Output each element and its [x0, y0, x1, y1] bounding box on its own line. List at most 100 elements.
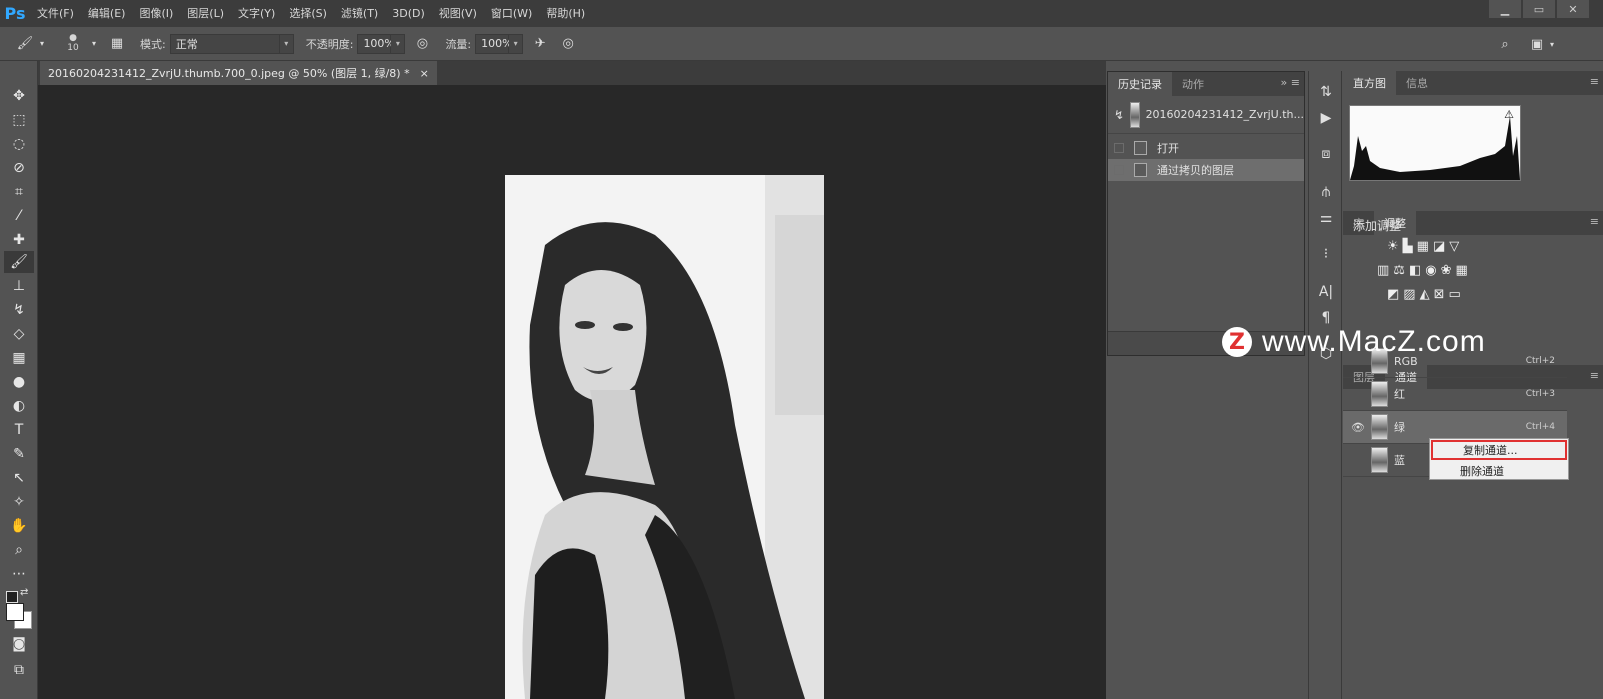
panel-menu-icon[interactable]: ≡: [1590, 215, 1599, 228]
document-tab[interactable]: 20160204231412_ZvrjU.thumb.700_0.jpeg @ …: [40, 61, 437, 85]
close-icon[interactable]: ✕: [1557, 0, 1589, 18]
hand-tool-icon[interactable]: ✋: [4, 515, 34, 537]
history-brush-tool-icon[interactable]: ↯: [4, 299, 34, 321]
channel-row-red[interactable]: 红 Ctrl+3: [1343, 378, 1567, 411]
shape-tool-icon[interactable]: ✧: [4, 491, 34, 513]
flow-input[interactable]: 100%: [475, 33, 513, 54]
history-source-checkbox[interactable]: [1114, 143, 1124, 153]
panel-menu-icon[interactable]: ≡: [1590, 369, 1599, 382]
history-panel-icon[interactable]: ⇅: [1313, 81, 1339, 103]
levels-icon[interactable]: ▙: [1403, 239, 1413, 254]
crop-tool-icon[interactable]: ⌗: [4, 181, 34, 203]
chevron-down-icon[interactable]: ▾: [36, 33, 48, 55]
chevron-down-icon[interactable]: ▾: [509, 33, 524, 54]
visibility-toggle[interactable]: [1349, 387, 1367, 401]
duplicate-channel-item[interactable]: 复制通道...: [1431, 440, 1567, 460]
menu-image[interactable]: 图像(I): [132, 0, 180, 27]
clone-source-icon[interactable]: ⁝: [1313, 243, 1339, 265]
channel-mixer-icon[interactable]: ❀: [1441, 263, 1452, 278]
zoom-tool-icon[interactable]: ⌕: [4, 539, 34, 561]
menu-help[interactable]: 帮助(H): [539, 0, 592, 27]
brushes-panel-icon[interactable]: ⫛: [1313, 181, 1339, 203]
photo-filter-icon[interactable]: ◉: [1425, 263, 1436, 278]
warning-icon[interactable]: ⚠: [1504, 108, 1514, 121]
threshold-icon[interactable]: ◭: [1420, 287, 1430, 302]
actions-panel-icon[interactable]: ▶: [1313, 107, 1339, 129]
history-item-open[interactable]: 打开: [1108, 137, 1304, 159]
menu-edit[interactable]: 编辑(E): [81, 0, 133, 27]
swap-colors-icon[interactable]: ⇄: [20, 587, 28, 598]
menu-file[interactable]: 文件(F): [30, 0, 81, 27]
menu-3d[interactable]: 3D(D): [385, 0, 432, 27]
screen-mode-icon[interactable]: ⧉: [4, 659, 34, 681]
quick-select-tool-icon[interactable]: ⊘: [4, 157, 34, 179]
curves-icon[interactable]: ▦: [1417, 239, 1429, 254]
history-source-checkbox[interactable]: [1114, 165, 1124, 175]
brush-tool-icon[interactable]: 🖌: [4, 251, 34, 273]
marquee-tool-icon[interactable]: ⬚: [4, 109, 34, 131]
foreground-color-swatch[interactable]: [6, 603, 24, 621]
visibility-toggle[interactable]: [1349, 453, 1367, 467]
menu-layer[interactable]: 图层(L): [180, 0, 231, 27]
color-balance-icon[interactable]: ⚖: [1393, 263, 1405, 278]
hue-saturation-icon[interactable]: ▥: [1377, 263, 1389, 278]
character-panel-icon[interactable]: A|: [1313, 281, 1339, 303]
vibrance-icon[interactable]: ▽: [1449, 239, 1459, 254]
history-item-layer-via-copy[interactable]: 通过拷贝的图层: [1108, 159, 1304, 181]
delete-channel-item[interactable]: 删除通道: [1430, 461, 1568, 481]
eraser-tool-icon[interactable]: ◇: [4, 323, 34, 345]
exposure-icon[interactable]: ◪: [1433, 239, 1445, 254]
chevron-down-icon[interactable]: ▾: [1546, 33, 1558, 55]
default-colors-icon[interactable]: [6, 591, 18, 603]
type-tool-icon[interactable]: T: [4, 419, 34, 441]
brush-tool-icon[interactable]: 🖌: [14, 33, 36, 55]
opacity-input[interactable]: 100%: [357, 33, 395, 54]
search-icon[interactable]: ⌕: [1494, 33, 1516, 55]
canvas-area[interactable]: [38, 85, 1106, 699]
panel-menu-icon[interactable]: » ≡: [1281, 76, 1300, 89]
pressure-size-icon[interactable]: ◎: [557, 33, 579, 55]
invert-icon[interactable]: ◩: [1387, 287, 1399, 302]
eyedropper-tool-icon[interactable]: ⁄: [4, 205, 34, 227]
history-snapshot[interactable]: ↯ 20160204231412_ZvrjU.th...: [1108, 96, 1304, 134]
maximize-icon[interactable]: ▭: [1523, 0, 1555, 18]
mode-select[interactable]: 正常: [169, 33, 280, 54]
tab-histogram[interactable]: 直方图: [1343, 71, 1396, 95]
minimize-icon[interactable]: ▁: [1489, 0, 1521, 18]
tab-history[interactable]: 历史记录: [1108, 72, 1172, 96]
tab-info[interactable]: 信息: [1396, 71, 1438, 95]
brush-panel-icon[interactable]: ▦: [106, 33, 128, 55]
stamp-tool-icon[interactable]: ⊥: [4, 275, 34, 297]
pressure-opacity-icon[interactable]: ◎: [411, 33, 433, 55]
workspace-icon[interactable]: ▣: [1526, 33, 1548, 55]
close-icon[interactable]: ×: [420, 67, 429, 80]
menu-select[interactable]: 选择(S): [282, 0, 334, 27]
color-lookup-icon[interactable]: ▦: [1456, 263, 1468, 278]
chevron-down-icon[interactable]: ▾: [88, 33, 100, 55]
menu-filter[interactable]: 滤镜(T): [334, 0, 385, 27]
chevron-down-icon[interactable]: ▾: [391, 33, 406, 54]
blur-tool-icon[interactable]: ●: [4, 371, 34, 393]
eye-icon[interactable]: 👁: [1349, 420, 1367, 434]
move-tool-icon[interactable]: ✥: [4, 85, 34, 107]
3d-panel-icon[interactable]: ⧈: [1313, 143, 1339, 165]
posterize-icon[interactable]: ▨: [1403, 287, 1415, 302]
dodge-tool-icon[interactable]: ◐: [4, 395, 34, 417]
chevron-down-icon[interactable]: ▾: [279, 33, 294, 54]
menu-type[interactable]: 文字(Y): [231, 0, 282, 27]
gradient-tool-icon[interactable]: ▦: [4, 347, 34, 369]
lasso-tool-icon[interactable]: ◌: [4, 133, 34, 155]
menu-view[interactable]: 视图(V): [432, 0, 484, 27]
brightness-icon[interactable]: ☀: [1387, 239, 1399, 254]
brush-size-picker[interactable]: ● 10: [58, 34, 88, 54]
quick-mask-icon[interactable]: ◙: [4, 633, 34, 655]
airbrush-icon[interactable]: ✈: [529, 33, 551, 55]
panel-menu-icon[interactable]: ≡: [1590, 75, 1599, 88]
tab-actions[interactable]: 动作: [1172, 72, 1214, 96]
more-tools-icon[interactable]: ⋯: [4, 563, 34, 585]
path-select-tool-icon[interactable]: ↖: [4, 467, 34, 489]
brush-settings-icon[interactable]: ⚌: [1313, 207, 1339, 229]
pen-tool-icon[interactable]: ✎: [4, 443, 34, 465]
gradient-map-icon[interactable]: ▭: [1449, 287, 1461, 302]
selective-color-icon[interactable]: ⊠: [1434, 287, 1445, 302]
